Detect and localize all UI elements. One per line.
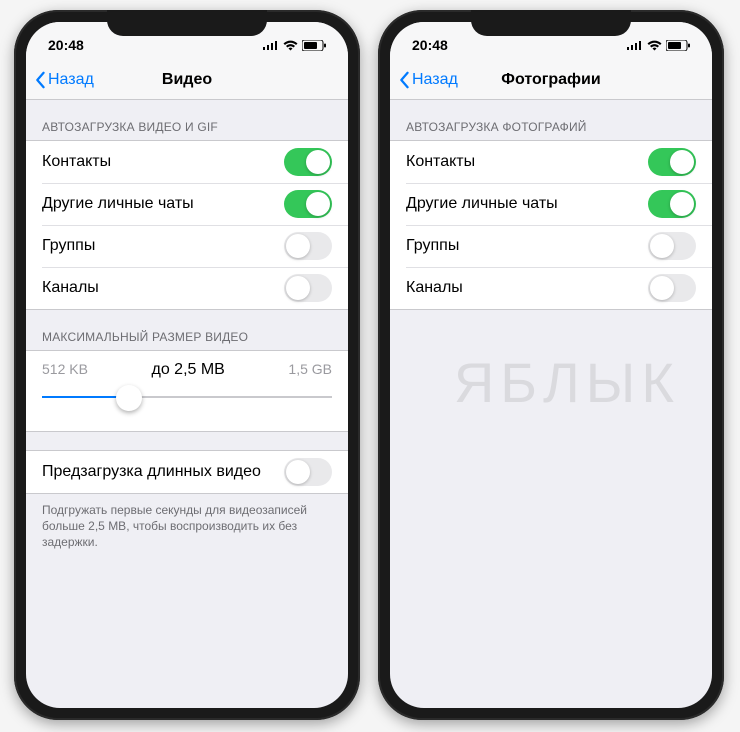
switch-contacts[interactable] xyxy=(284,148,332,176)
phone-frame-right: 20:48 Назад Фотографии АВТОЗАГРУЗКА ФОТО… xyxy=(378,10,724,720)
notch xyxy=(107,10,267,36)
switch-channels[interactable] xyxy=(648,274,696,302)
chevron-left-icon xyxy=(398,71,410,89)
slider-min-label: 512 KB xyxy=(42,361,88,379)
back-label: Назад xyxy=(48,71,94,89)
switch-groups[interactable] xyxy=(284,232,332,260)
wifi-icon xyxy=(283,40,298,51)
row-label: Каналы xyxy=(42,279,99,297)
row-groups: Группы xyxy=(390,225,712,267)
preload-group: Предзагрузка длинных видео xyxy=(26,450,348,494)
screen-right: 20:48 Назад Фотографии АВТОЗАГРУЗКА ФОТО… xyxy=(390,22,712,708)
row-label: Контакты xyxy=(406,153,475,171)
autoload-photos-group: Контакты Другие личные чаты Группы Канал… xyxy=(390,140,712,310)
wifi-icon xyxy=(647,40,662,51)
switch-preload[interactable] xyxy=(284,458,332,486)
signal-icon xyxy=(627,40,643,50)
row-groups: Группы xyxy=(26,225,348,267)
row-label: Каналы xyxy=(406,279,463,297)
row-label: Группы xyxy=(406,237,459,255)
back-button[interactable]: Назад xyxy=(34,71,94,89)
max-size-header: МАКСИМАЛЬНЫЙ РАЗМЕР ВИДЕО xyxy=(26,310,348,350)
notch xyxy=(471,10,631,36)
row-preload: Предзагрузка длинных видео xyxy=(26,451,348,493)
row-channels: Каналы xyxy=(26,267,348,309)
status-icons xyxy=(263,40,326,51)
autoload-photos-header: АВТОЗАГРУЗКА ФОТОГРАФИЙ xyxy=(390,100,712,140)
row-contacts: Контакты xyxy=(26,141,348,183)
switch-private-chats[interactable] xyxy=(284,190,332,218)
slider-thumb[interactable] xyxy=(116,385,142,411)
row-private-chats: Другие личные чаты xyxy=(390,183,712,225)
preload-footer: Подгружать первые секунды для видеозапис… xyxy=(26,494,348,551)
size-slider[interactable] xyxy=(42,385,332,409)
slider-max-label: 1,5 GB xyxy=(288,361,332,379)
row-label: Другие личные чаты xyxy=(42,195,194,213)
back-button[interactable]: Назад xyxy=(398,71,458,89)
battery-icon xyxy=(666,40,690,51)
screen-left: 20:48 Назад Видео АВТОЗАГРУЗКА ВИДЕО И G… xyxy=(26,22,348,708)
switch-channels[interactable] xyxy=(284,274,332,302)
signal-icon xyxy=(263,40,279,50)
row-label: Другие личные чаты xyxy=(406,195,558,213)
status-icons xyxy=(627,40,690,51)
row-label: Предзагрузка длинных видео xyxy=(42,463,261,481)
row-private-chats: Другие личные чаты xyxy=(26,183,348,225)
battery-icon xyxy=(302,40,326,51)
slider-value-label: до 2,5 MB xyxy=(151,361,224,379)
row-label: Контакты xyxy=(42,153,111,171)
nav-bar: Назад Видео xyxy=(26,60,348,100)
back-label: Назад xyxy=(412,71,458,89)
row-channels: Каналы xyxy=(390,267,712,309)
row-label: Группы xyxy=(42,237,95,255)
switch-contacts[interactable] xyxy=(648,148,696,176)
autoload-video-header: АВТОЗАГРУЗКА ВИДЕО И GIF xyxy=(26,100,348,140)
status-time: 20:48 xyxy=(48,37,84,53)
phone-frame-left: 20:48 Назад Видео АВТОЗАГРУЗКА ВИДЕО И G… xyxy=(14,10,360,720)
switch-groups[interactable] xyxy=(648,232,696,260)
autoload-video-group: Контакты Другие личные чаты Группы Канал… xyxy=(26,140,348,310)
row-contacts: Контакты xyxy=(390,141,712,183)
chevron-left-icon xyxy=(34,71,46,89)
max-size-slider-box: 512 KB до 2,5 MB 1,5 GB xyxy=(26,350,348,432)
nav-bar: Назад Фотографии xyxy=(390,60,712,100)
switch-private-chats[interactable] xyxy=(648,190,696,218)
status-time: 20:48 xyxy=(412,37,448,53)
